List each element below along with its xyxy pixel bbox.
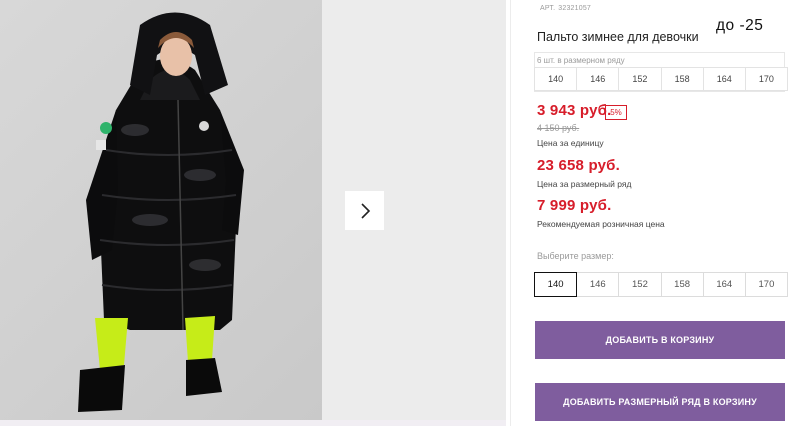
row-price-caption: Цена за размерный ряд: [537, 179, 632, 189]
product-title: Пальто зимнее для девочки: [537, 30, 699, 44]
size-row-item: 146: [576, 67, 620, 91]
retail-price-caption: Рекомендуемая розничная цена: [537, 219, 665, 229]
size-select-label: Выберите размер:: [537, 251, 614, 261]
product-photo-main[interactable]: [0, 0, 322, 420]
size-option[interactable]: 170: [744, 272, 789, 297]
size-row-list: 140 146 152 158 164 170: [534, 67, 789, 91]
unit-price-caption: Цена за единицу: [537, 138, 604, 148]
old-price: 4 150 руб.: [537, 123, 580, 133]
size-selector[interactable]: 140 146 152 158 164 170: [534, 272, 789, 297]
add-size-row-to-cart-button[interactable]: ДОБАВИТЬ РАЗМЕРНЫЙ РЯД В КОРЗИНУ: [535, 383, 785, 421]
discount-badge: 5%: [605, 105, 627, 120]
article-label: АРТ.: [540, 5, 556, 12]
size-row-item: 152: [618, 67, 662, 91]
size-option[interactable]: 152: [618, 272, 662, 297]
size-row-item: 164: [702, 67, 746, 91]
add-to-cart-button[interactable]: ДОБАВИТЬ В КОРЗИНУ: [535, 321, 785, 359]
article-number: АРТ. 32321057: [537, 5, 591, 12]
unit-price: 3 943 руб.: [537, 102, 612, 119]
article-value: 32321057: [558, 5, 592, 12]
product-photo-illustration: [78, 12, 244, 412]
size-row-item: 170: [744, 67, 789, 91]
size-option[interactable]: 158: [660, 272, 704, 297]
size-option[interactable]: 164: [702, 272, 746, 297]
row-price: 23 658 руб.: [537, 157, 620, 174]
thumbnail-strip: [0, 420, 506, 426]
gallery-next-button[interactable]: [345, 191, 384, 230]
promo-note: до -25: [716, 17, 764, 34]
chevron-right-icon: [360, 202, 370, 219]
product-gallery: [0, 0, 506, 426]
retail-price: 7 999 руб.: [537, 197, 612, 214]
size-row-label: 6 шт. в размерном ряду: [537, 56, 625, 65]
column-divider: [510, 0, 511, 426]
size-option[interactable]: 146: [576, 272, 620, 297]
size-row-item: 140: [534, 67, 578, 91]
size-row-item: 158: [660, 67, 704, 91]
size-option-selected[interactable]: 140: [534, 272, 578, 297]
